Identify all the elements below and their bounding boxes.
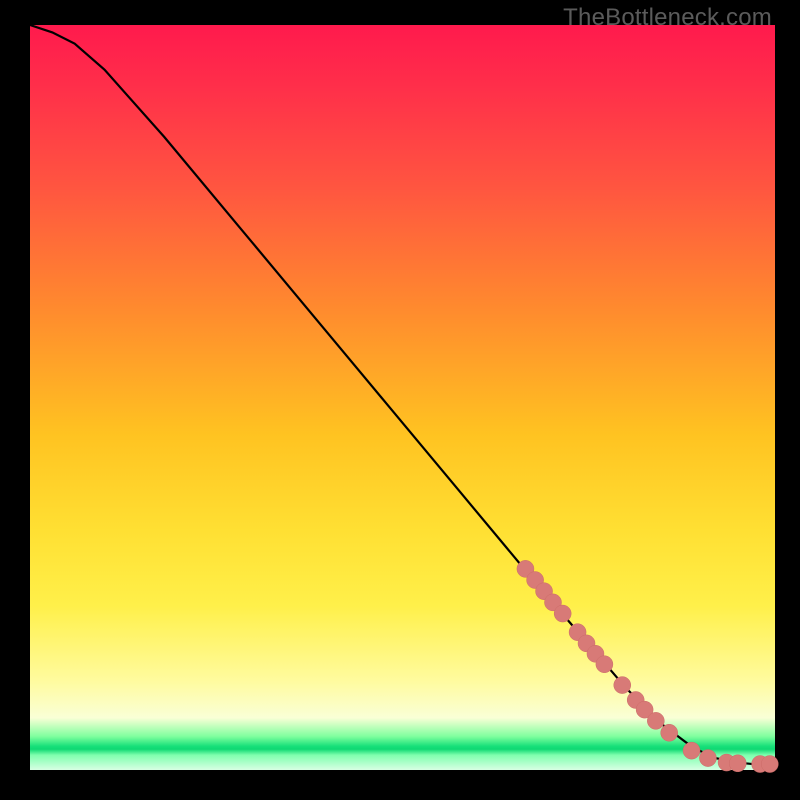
data-marker <box>596 656 613 673</box>
data-marker <box>554 605 571 622</box>
chart-overlay <box>30 25 775 770</box>
data-marker <box>661 724 678 741</box>
marker-group <box>517 560 778 772</box>
data-marker <box>761 756 778 773</box>
data-marker <box>699 750 716 767</box>
data-marker <box>614 677 631 694</box>
data-marker <box>647 712 664 729</box>
bottleneck-curve <box>30 25 775 764</box>
chart-frame: TheBottleneck.com <box>0 0 800 800</box>
data-marker <box>729 755 746 772</box>
data-marker <box>683 742 700 759</box>
